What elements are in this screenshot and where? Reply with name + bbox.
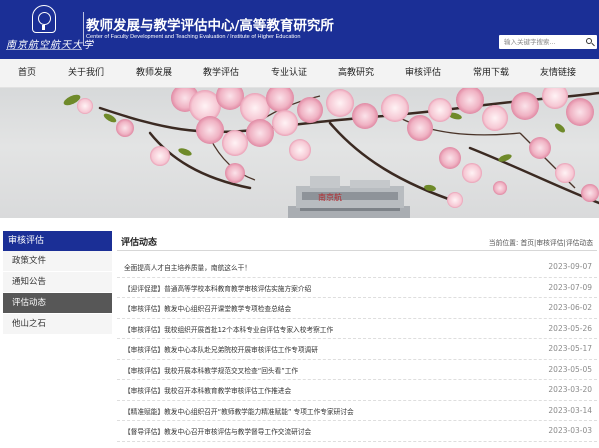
breadcrumb: 当前位置: 首页|审核评估|评估动态: [489, 237, 593, 247]
nav-item-about[interactable]: 关于我们: [60, 59, 112, 88]
main-nav: 首页 关于我们 教师发展 教学评估 专业认证 高教研究 审核评估 常用下载 友情…: [0, 59, 599, 88]
news-item: 【审核评估】我校召开本科教育教学审核评估工作推进会 2023-03-20: [117, 380, 597, 401]
news-date: 2023-03-03: [548, 426, 592, 435]
news-date: 2023-07-09: [548, 282, 592, 292]
news-list: 全面提高人才自主培养质量，南航这么干！ 2023-09-07 【迎评促建】普通高…: [117, 257, 597, 442]
nav-item-higher-ed-research[interactable]: 高教研究: [330, 59, 382, 88]
news-date: 2023-05-26: [548, 323, 592, 333]
news-title-link[interactable]: 全面提高人才自主培养质量，南航这么干！: [124, 262, 251, 272]
breadcrumb-prefix: 当前位置:: [488, 239, 519, 247]
news-title-link[interactable]: 【审核评估】我校组织开展首批12个本科专业自评估专家入校考察工作: [124, 324, 333, 334]
news-item: 全面提高人才自主培养质量，南航这么干！ 2023-09-07: [117, 257, 597, 278]
news-item: 【督导评估】教发中心召开审核评估与教学督导工作交流研讨会 2023-03-03: [117, 421, 597, 442]
breadcrumb-item-audit-evaluation[interactable]: 审核评估: [536, 239, 563, 247]
news-title-link[interactable]: 【迎评促建】普通高等学校本科教育教学审核评估实施方案介绍: [124, 283, 311, 293]
news-title-link[interactable]: 【督导评估】教发中心召开审核评估与教学督导工作交流研讨会: [124, 426, 311, 436]
sidebar-item-evaluation-news[interactable]: 评估动态: [3, 293, 112, 314]
cherry-blossom-banner: 南京航: [0, 88, 599, 218]
nav-item-faculty-development[interactable]: 教师发展: [128, 59, 180, 88]
search-icon[interactable]: [585, 37, 595, 47]
nav-item-downloads[interactable]: 常用下载: [465, 59, 517, 88]
news-item: 【迎评促建】普通高等学校本科教育教学审核评估实施方案介绍 2023-07-09: [117, 278, 597, 298]
header-divider: [83, 12, 84, 46]
news-date: 2023-03-14: [548, 405, 592, 415]
news-date: 2023-05-05: [548, 364, 592, 374]
news-item: 【审核评估】我校开展本科教学规范交叉检查“回头看”工作 2023-05-05: [117, 360, 597, 380]
nav-item-links[interactable]: 友情链接: [532, 59, 584, 88]
news-item: 【精准赋能】教发中心组织召开“教师教学能力精准赋能” 专项工作专家研讨会 202…: [117, 401, 597, 421]
news-date: 2023-03-20: [548, 385, 592, 394]
news-item: 【审核评估】教发中心本队赴兄弟院校开展审核评估工作专项调研 2023-05-17: [117, 339, 597, 360]
news-title-link[interactable]: 【审核评估】我校召开本科教育教学审核评估工作推进会: [124, 385, 291, 395]
breadcrumb-item-home[interactable]: 首页: [520, 239, 534, 247]
sidebar-item-policy-documents[interactable]: 政策文件: [3, 251, 112, 272]
search-input[interactable]: [499, 35, 581, 49]
site-title: 教师发展与教学评估中心/高等教育研究所: [86, 18, 334, 34]
banner-illustration: 南京航: [63, 88, 599, 218]
logo-underline: [6, 49, 82, 51]
sidebar-item-external-experience[interactable]: 他山之石: [3, 314, 112, 335]
nav-item-home[interactable]: 首页: [2, 59, 52, 88]
section-header: 评估动态 当前位置: 首页|审核评估|评估动态: [117, 231, 597, 251]
news-date: 2023-09-07: [548, 262, 592, 271]
section-title: 评估动态: [121, 238, 158, 248]
sidebar-item-announcements[interactable]: 通知公告: [3, 272, 112, 293]
news-title-link[interactable]: 【精准赋能】教发中心组织召开“教师教学能力精准赋能” 专项工作专家研讨会: [124, 406, 354, 416]
news-title-link[interactable]: 【审核评估】我校开展本科教学规范交叉检查“回头看”工作: [124, 365, 298, 375]
news-date: 2023-06-02: [548, 303, 592, 312]
site-subtitle: Center of Faculty Development and Teachi…: [86, 34, 301, 40]
page: { "header": { "logo_text": "南京航空航天大学", "…: [0, 0, 599, 448]
nav-item-accreditation[interactable]: 专业认证: [263, 59, 315, 88]
news-title-link[interactable]: 【审核评估】教发中心组织召开课堂教学专项检查总结会: [124, 303, 291, 313]
search-box: [499, 35, 597, 49]
sidebar: 审核评估 政策文件 通知公告 评估动态 他山之石: [3, 231, 112, 335]
news-item: 【审核评估】我校组织开展首批12个本科专业自评估专家入校考察工作 2023-05…: [117, 319, 597, 339]
building-sign: 南京航: [318, 192, 342, 202]
main-content: 评估动态 当前位置: 首页|审核评估|评估动态 全面提高人才自主培养质量，南航这…: [117, 231, 597, 442]
sidebar-heading: 审核评估: [3, 231, 112, 251]
news-title-link[interactable]: 【审核评估】教发中心本队赴兄弟院校开展审核评估工作专项调研: [124, 344, 318, 354]
news-date: 2023-05-17: [548, 344, 592, 353]
site-header: 南京航空航天大学 教师发展与教学评估中心/高等教育研究所 Center of F…: [0, 0, 599, 59]
page-scrollbar[interactable]: [593, 88, 599, 448]
breadcrumb-item-current[interactable]: 评估动态: [566, 239, 593, 247]
nav-item-audit-evaluation[interactable]: 审核评估: [397, 59, 449, 88]
nav-item-teaching-evaluation[interactable]: 教学评估: [195, 59, 247, 88]
building-silhouette: [288, 176, 410, 218]
news-item: 【审核评估】教发中心组织召开课堂教学专项检查总结会 2023-06-02: [117, 298, 597, 319]
university-logo[interactable]: 南京航空航天大学: [6, 5, 93, 53]
university-seal-icon: [32, 5, 56, 33]
